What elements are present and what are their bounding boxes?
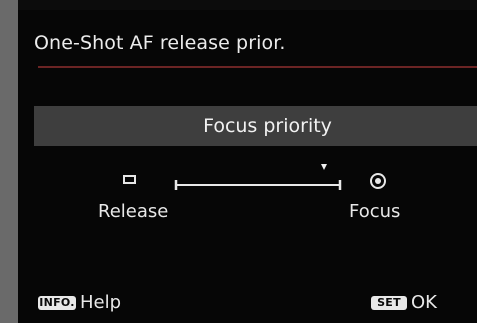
menu-title: One-Shot AF release prior. (34, 32, 286, 54)
info-key-badge: INFO. (38, 295, 76, 310)
ok-label: OK (411, 292, 437, 313)
release-rectangle-icon (123, 175, 136, 184)
priority-slider[interactable] (168, 164, 352, 198)
slider-right-label: Focus (349, 201, 401, 222)
ok-button[interactable]: SET OK (371, 292, 437, 313)
help-button[interactable]: INFO. Help (38, 292, 121, 313)
slider-left-label: Release (98, 201, 169, 222)
focus-target-icon (370, 173, 386, 189)
selected-setting-value: Focus priority (203, 115, 332, 137)
camera-screen-frame: One-Shot AF release prior. Focus priorit… (0, 0, 477, 323)
screen-left-edge (0, 0, 18, 323)
help-label: Help (80, 292, 122, 313)
slider-thumb-marker (321, 164, 327, 170)
selected-setting-bar[interactable]: Focus priority (34, 106, 477, 146)
set-key-badge: SET (371, 295, 407, 310)
title-divider (38, 66, 477, 68)
